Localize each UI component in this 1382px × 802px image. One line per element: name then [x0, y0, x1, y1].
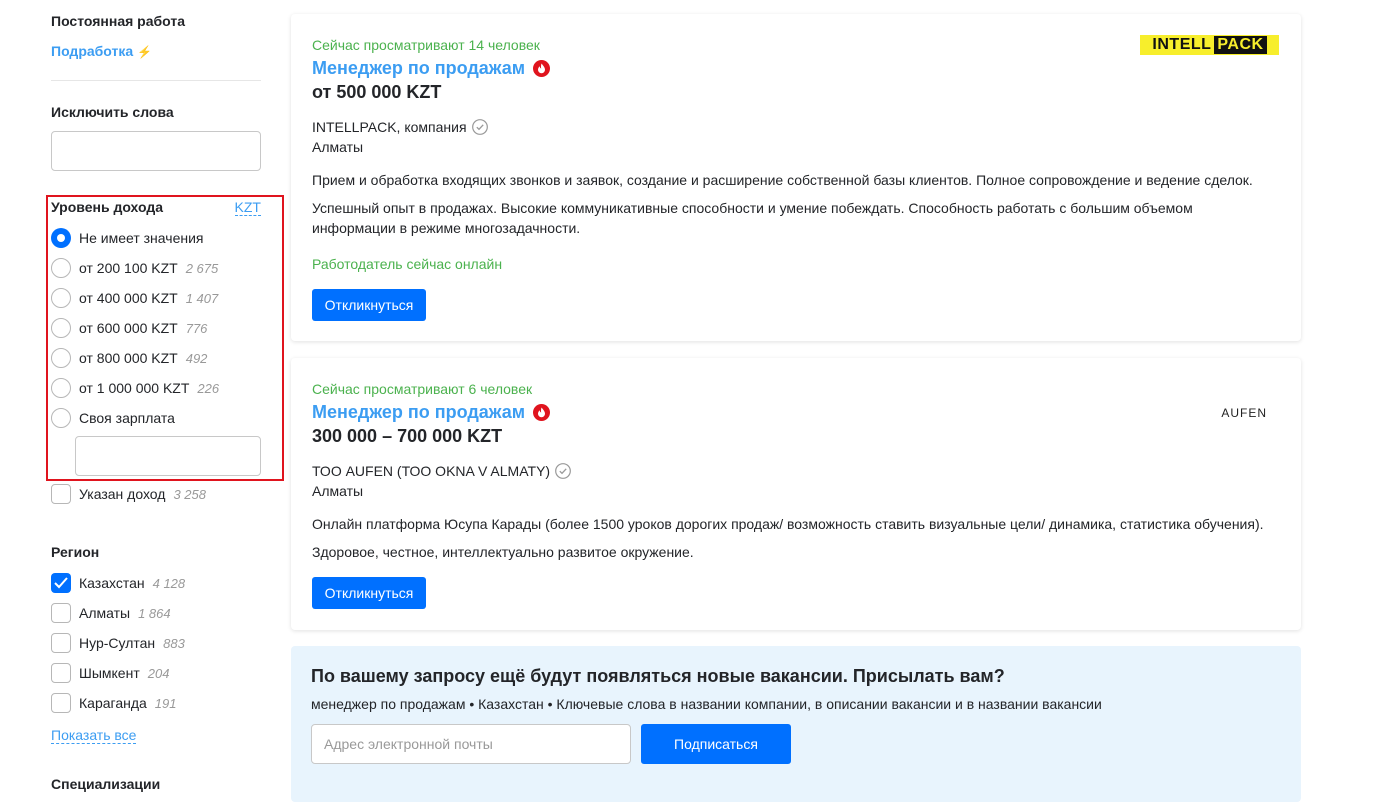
checkbox[interactable] — [51, 603, 71, 623]
region-item-almaty[interactable]: Алматы 1 864 — [51, 602, 171, 624]
divider — [51, 80, 261, 81]
company-name: INTELLPACK, компания — [312, 119, 467, 135]
salary: от 500 000 KZT — [312, 82, 442, 102]
vacancy-card: Сейчас просматривают 14 человек Менеджер… — [291, 14, 1301, 341]
subscribe-button[interactable]: Подписаться — [641, 724, 791, 764]
region-count: 1 864 — [138, 605, 171, 621]
checkbox-checked[interactable] — [51, 573, 71, 593]
region-count: 4 128 — [152, 575, 186, 591]
vacancy-title: Менеджер по продажам — [312, 402, 526, 422]
vacancy-description: Онлайн платформа Юсупа Карады (более 150… — [312, 516, 1264, 532]
checkbox[interactable] — [51, 633, 71, 653]
company-name: ТОО AUFEN (ТОО OKNA V ALMATY) — [312, 463, 551, 479]
subscribe-title: По вашему запросу ещё будут появляться н… — [311, 666, 1005, 686]
vacancy-title-link[interactable]: Менеджер по продажам — [312, 402, 551, 423]
highlight-box — [46, 195, 284, 481]
region-heading: Регион — [51, 544, 100, 560]
logo-text-part2: PACK — [1214, 36, 1267, 54]
subscribe-panel: По вашему запросу ещё будут появляться н… — [291, 646, 1301, 802]
part-time-label: Подработка — [51, 43, 134, 59]
specializations-heading: Специализации — [51, 776, 161, 792]
viewers-count: Сейчас просматривают 6 человек — [312, 381, 533, 397]
fire-icon — [533, 60, 551, 77]
vacancy-description: Прием и обработка входящих звонков и зая… — [312, 172, 1253, 188]
email-input[interactable] — [311, 724, 631, 764]
vacancy-requirements: Успешный опыт в продажах. Высокие коммун… — [312, 200, 1193, 236]
viewers-count: Сейчас просматривают 14 человек — [312, 37, 540, 53]
part-time-link[interactable]: Подработка ⚡ — [51, 43, 152, 59]
subscribe-query: менеджер по продажам • Казахстан • Ключе… — [311, 696, 1102, 712]
company-link[interactable]: ТОО AUFEN (ТОО OKNA V ALMATY) — [312, 463, 571, 479]
region-count: 883 — [163, 635, 185, 651]
region-count: 191 — [154, 695, 177, 711]
logo-text-part1: INTELL — [1152, 36, 1212, 53]
verified-icon — [471, 119, 488, 135]
region-label: Караганда — [79, 695, 147, 711]
fire-icon — [533, 404, 551, 421]
salary: 300 000 – 700 000 KZT — [312, 426, 503, 446]
income-specified-count: 3 258 — [173, 486, 206, 502]
exclude-words-heading: Исключить слова — [51, 104, 174, 120]
checkbox[interactable] — [51, 484, 71, 504]
city: Алматы — [312, 139, 364, 155]
company-link[interactable]: INTELLPACK, компания — [312, 119, 488, 135]
respond-button[interactable]: Откликнуться — [312, 577, 426, 609]
vacancy-card: Сейчас просматривают 6 человек Менеджер … — [291, 358, 1301, 630]
vacancy-title-link[interactable]: Менеджер по продажам — [312, 58, 551, 79]
exclude-words-input[interactable] — [51, 131, 261, 171]
vacancy-title: Менеджер по продажам — [312, 58, 526, 78]
respond-button[interactable]: Откликнуться — [312, 289, 426, 321]
region-label: Алматы — [79, 605, 131, 621]
region-count: 204 — [147, 665, 170, 681]
city: Алматы — [312, 483, 364, 499]
checkbox[interactable] — [51, 693, 71, 713]
company-logo[interactable]: INTELL PACK — [1140, 35, 1279, 55]
vacancy-requirements: Здоровое, честное, интеллектуально разви… — [312, 544, 694, 560]
region-item-nur-sultan[interactable]: Нур-Султан 883 — [51, 632, 185, 654]
region-label: Шымкент — [79, 665, 140, 681]
income-specified-option[interactable]: Указан доход 3 258 — [51, 483, 206, 505]
checkbox[interactable] — [51, 663, 71, 683]
region-item-kazakhstan[interactable]: Казахстан 4 128 — [51, 572, 185, 594]
lightning-icon: ⚡ — [137, 45, 152, 59]
verified-icon — [555, 463, 571, 479]
checkmark-icon — [54, 577, 68, 589]
permanent-work-label[interactable]: Постоянная работа — [51, 13, 185, 29]
region-item-shymkent[interactable]: Шымкент 204 — [51, 662, 169, 684]
region-item-karaganda[interactable]: Караганда 191 — [51, 692, 177, 714]
region-label: Нур-Султан — [79, 635, 156, 651]
company-logo[interactable]: AUFEN — [1221, 406, 1267, 420]
region-label: Казахстан — [79, 575, 145, 591]
employer-online-status: Работодатель сейчас онлайн — [312, 256, 503, 272]
income-specified-label: Указан доход — [79, 486, 166, 502]
show-all-regions-link[interactable]: Показать все — [51, 728, 137, 744]
